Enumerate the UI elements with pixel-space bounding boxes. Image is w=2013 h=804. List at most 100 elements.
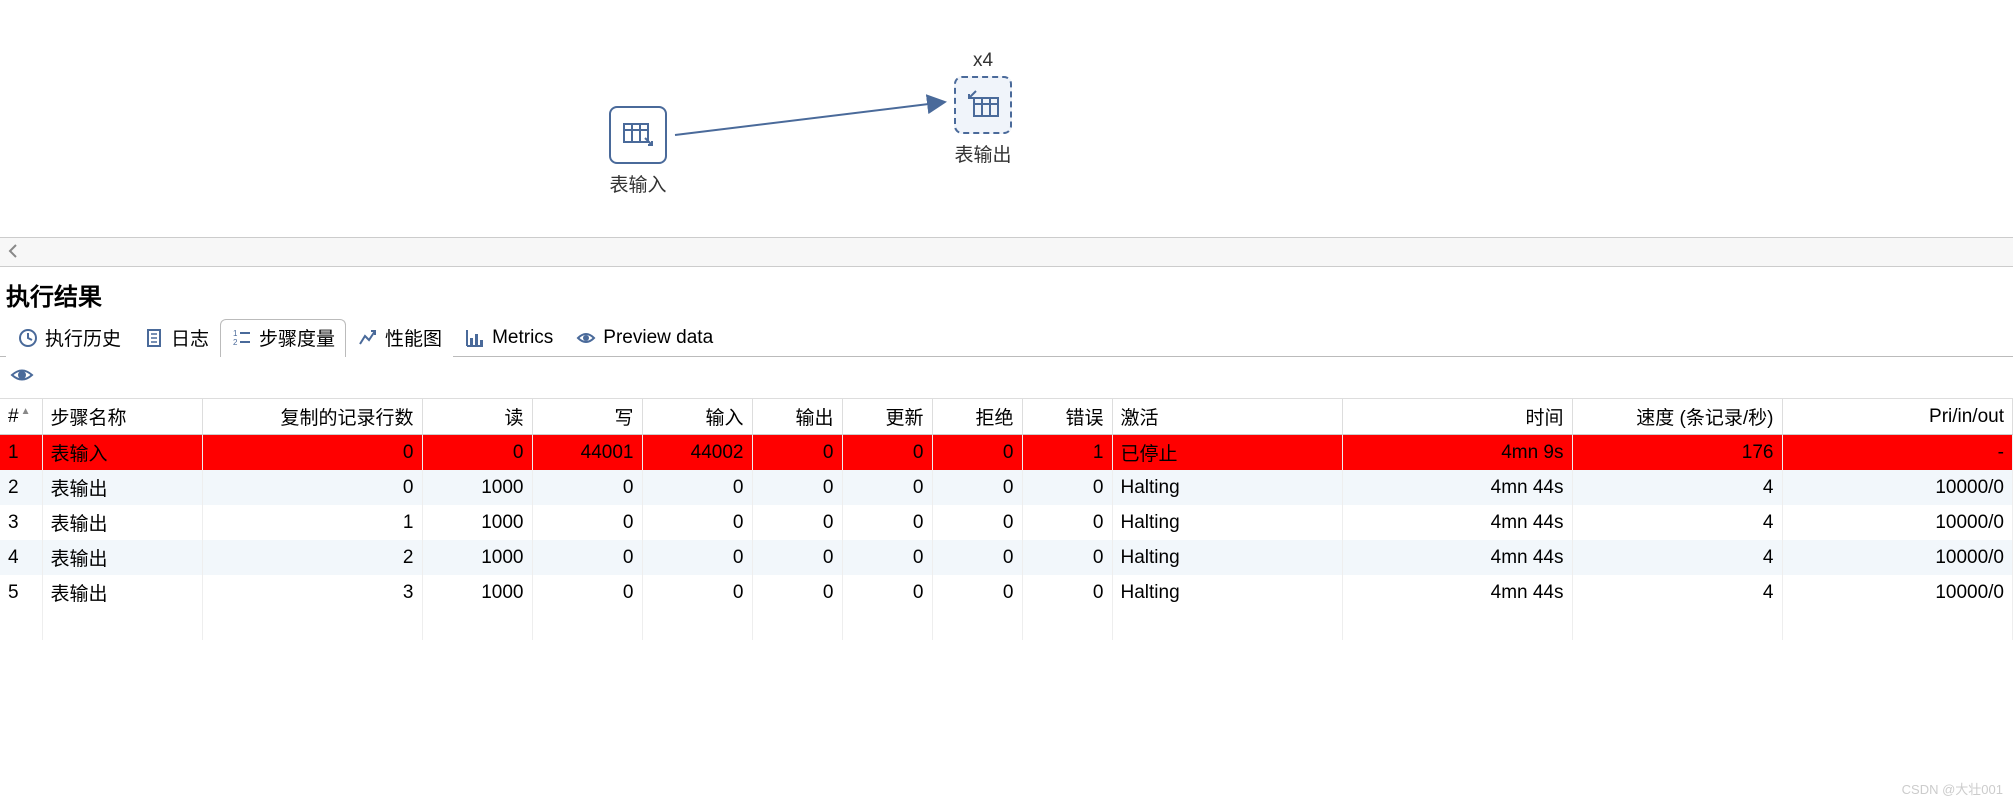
table-row[interactable]: 1表输入0044001440020001已停止4mn 9s176- [0,435,2013,471]
col-pri[interactable]: Pri/in/out [1782,399,2013,435]
col-active[interactable]: 激活 [1112,399,1342,435]
cell-name: 表输出 [42,470,202,505]
panel-collapse-bar[interactable] [0,237,2013,267]
step-metrics-table: #▲ 步骤名称 复制的记录行数 读 写 输入 输出 更新 拒绝 错误 激活 时间… [0,399,2013,640]
col-output[interactable]: 输出 [752,399,842,435]
flow-arrow [670,90,970,150]
cell-active: 已停止 [1112,435,1342,471]
col-write[interactable]: 写 [532,399,642,435]
cell-update: 0 [842,540,932,575]
cell-input: 0 [642,540,752,575]
table-row[interactable]: 5表输出31000000000Halting4mn 44s410000/0 [0,575,2013,610]
cell-pri: 10000/0 [1782,505,2013,540]
cell-read: 1000 [422,505,532,540]
table-row-empty [0,610,2013,640]
table-row[interactable]: 2表输出01000000000Halting4mn 44s410000/0 [0,470,2013,505]
cell-name: 表输出 [42,505,202,540]
cell-read: 1000 [422,540,532,575]
cell-read: 0 [422,435,532,471]
cell-read: 1000 [422,470,532,505]
tab-log[interactable]: 日志 [132,319,220,357]
cell-update: 0 [842,575,932,610]
cell-input: 0 [642,505,752,540]
col-copied[interactable]: 复制的记录行数 [202,399,422,435]
col-read[interactable]: 读 [422,399,532,435]
cell-num: 2 [0,470,42,505]
tab-label: 执行历史 [45,324,121,351]
cell-error: 0 [1022,575,1112,610]
tab-metrics[interactable]: Metrics [453,322,564,355]
cell-error: 0 [1022,470,1112,505]
toggle-visibility-button[interactable] [10,363,34,387]
cell-error: 1 [1022,435,1112,471]
tab-history[interactable]: 执行历史 [6,319,132,357]
cell-copied: 3 [202,575,422,610]
col-num[interactable]: #▲ [0,399,42,435]
cell-output: 0 [752,540,842,575]
col-input[interactable]: 输入 [642,399,752,435]
results-tabs: 执行历史 日志 12 步骤度量 性能图 Metrics Preview data [0,318,2013,357]
node-label: 表输出 [954,140,1012,167]
table-header-row: #▲ 步骤名称 复制的记录行数 读 写 输入 输出 更新 拒绝 错误 激活 时间… [0,399,2013,435]
col-update[interactable]: 更新 [842,399,932,435]
svg-text:2: 2 [233,338,238,347]
cell-write: 44001 [532,435,642,471]
sort-asc-icon: ▲ [21,406,31,417]
node-table-input[interactable]: 表输入 [609,106,667,197]
cell-num: 3 [0,505,42,540]
results-title: 执行结果 [0,267,2013,318]
cell-input: 0 [642,470,752,505]
cell-reject: 0 [932,470,1022,505]
node-table-output[interactable]: x4 表输出 [954,50,1012,167]
table-row[interactable]: 4表输出21000000000Halting4mn 44s410000/0 [0,540,2013,575]
cell-num: 1 [0,435,42,471]
cell-write: 0 [532,540,642,575]
eye-icon [575,327,597,349]
cell-num: 5 [0,575,42,610]
col-time[interactable]: 时间 [1342,399,1572,435]
cell-update: 0 [842,470,932,505]
chevron-left-icon[interactable] [8,244,18,261]
tab-preview[interactable]: Preview data [564,322,724,355]
cell-time: 4mn 44s [1342,470,1572,505]
cell-active: Halting [1112,575,1342,610]
cell-speed: 4 [1572,470,1782,505]
cell-name: 表输出 [42,540,202,575]
cell-reject: 0 [932,540,1022,575]
cell-num: 4 [0,540,42,575]
cell-name: 表输出 [42,575,202,610]
tab-step-metrics[interactable]: 12 步骤度量 [220,319,346,357]
col-reject[interactable]: 拒绝 [932,399,1022,435]
cell-output: 0 [752,435,842,471]
node-label: 表输入 [609,170,667,197]
cell-copied: 0 [202,435,422,471]
cell-output: 0 [752,470,842,505]
tab-label: 日志 [171,324,209,351]
tab-label: Metrics [492,327,553,349]
cell-reject: 0 [932,505,1022,540]
cell-time: 4mn 44s [1342,575,1572,610]
list-numbered-icon: 12 [231,327,253,349]
clock-icon [17,327,39,349]
cell-pri: 10000/0 [1782,540,2013,575]
cell-error: 0 [1022,540,1112,575]
cell-copied: 0 [202,470,422,505]
line-chart-icon [357,327,379,349]
cell-pri: 10000/0 [1782,575,2013,610]
cell-speed: 176 [1572,435,1782,471]
table-row[interactable]: 3表输出11000000000Halting4mn 44s410000/0 [0,505,2013,540]
cell-time: 4mn 44s [1342,505,1572,540]
cell-copied: 2 [202,540,422,575]
cell-copied: 1 [202,505,422,540]
flow-canvas[interactable]: 表输入 x4 表输出 [0,0,2013,237]
cell-input: 0 [642,575,752,610]
cell-time: 4mn 9s [1342,435,1572,471]
table-output-icon [954,76,1012,134]
col-speed[interactable]: 速度 (条记录/秒) [1572,399,1782,435]
col-step-name[interactable]: 步骤名称 [42,399,202,435]
tab-performance[interactable]: 性能图 [346,319,453,357]
cell-active: Halting [1112,540,1342,575]
cell-speed: 4 [1572,575,1782,610]
cell-output: 0 [752,505,842,540]
col-error[interactable]: 错误 [1022,399,1112,435]
